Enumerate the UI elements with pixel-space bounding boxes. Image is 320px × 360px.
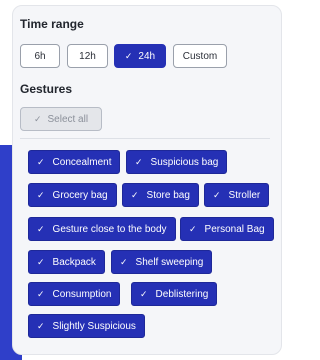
- check-icon: ✓: [37, 223, 45, 234]
- gesture-chip-stroller[interactable]: ✓ Stroller: [204, 183, 270, 207]
- check-icon: ✓: [131, 189, 139, 200]
- gesture-chip-label: Slightly Suspicious: [52, 320, 136, 332]
- time-range-24h-label: 24h: [138, 50, 156, 62]
- gesture-chip-slightly-suspicious[interactable]: ✓ Slightly Suspicious: [28, 314, 145, 338]
- gesture-chip-label: Gesture close to the body: [52, 223, 167, 235]
- check-icon: ✓: [120, 256, 128, 267]
- time-range-12h-button[interactable]: 12h: [67, 44, 108, 68]
- gesture-chip-store-bag[interactable]: ✓ Store bag: [122, 183, 199, 207]
- gesture-chip-label: Store bag: [146, 189, 190, 201]
- select-all-label: Select all: [47, 113, 89, 125]
- gesture-chip-label: Backpack: [52, 256, 96, 268]
- time-range-6h-label: 6h: [34, 50, 46, 62]
- check-icon: ✓: [37, 320, 45, 331]
- gesture-chip-gesture-close-to-the-body[interactable]: ✓ Gesture close to the body: [28, 217, 176, 241]
- check-icon: ✓: [140, 288, 148, 299]
- time-range-custom-button[interactable]: Custom: [173, 44, 227, 68]
- time-range-24h-button[interactable]: ✓ 24h: [114, 44, 166, 68]
- section-divider: [20, 138, 270, 139]
- check-icon: ✓: [213, 189, 221, 200]
- gesture-chip-suspicious-bag[interactable]: ✓ Suspicious bag: [126, 150, 228, 174]
- gestures-title: Gestures: [20, 82, 73, 96]
- check-icon: ✓: [37, 156, 45, 167]
- check-icon: ✓: [37, 288, 45, 299]
- check-icon: ✓: [37, 189, 45, 200]
- gesture-chip-label: Personal Bag: [204, 223, 265, 235]
- check-icon: ✓: [189, 223, 197, 234]
- gesture-chip-label: Grocery bag: [52, 189, 108, 201]
- gesture-chip-personal-bag[interactable]: ✓ Personal Bag: [180, 217, 274, 241]
- gesture-chip-consumption[interactable]: ✓ Consumption: [28, 282, 121, 306]
- time-range-12h-label: 12h: [79, 50, 96, 62]
- gesture-chip-label: Consumption: [52, 288, 112, 300]
- check-icon: ✓: [135, 156, 143, 167]
- gesture-chip-label: Deblistering: [155, 288, 209, 300]
- select-all-button[interactable]: ✓ Select all: [20, 107, 102, 131]
- gesture-chip-backpack[interactable]: ✓ Backpack: [28, 250, 105, 274]
- gesture-chip-concealment[interactable]: ✓ Concealment: [28, 150, 121, 174]
- gesture-chip-label: Suspicious bag: [150, 156, 219, 168]
- gesture-chip-shelf-sweeping[interactable]: ✓ Shelf sweeping: [111, 250, 213, 274]
- gesture-chip-label: Stroller: [228, 189, 261, 201]
- gesture-chip-label: Concealment: [52, 156, 112, 168]
- time-range-6h-button[interactable]: 6h: [20, 44, 60, 68]
- gesture-chip-label: Shelf sweeping: [135, 256, 204, 268]
- time-range-custom-label: Custom: [182, 50, 218, 62]
- time-range-title: Time range: [20, 17, 84, 31]
- gesture-chip-deblistering[interactable]: ✓ Deblistering: [131, 282, 218, 306]
- check-icon: ✓: [33, 113, 42, 124]
- check-icon: ✓: [124, 50, 133, 61]
- gesture-chip-grocery-bag[interactable]: ✓ Grocery bag: [28, 183, 117, 207]
- check-icon: ✓: [37, 256, 45, 267]
